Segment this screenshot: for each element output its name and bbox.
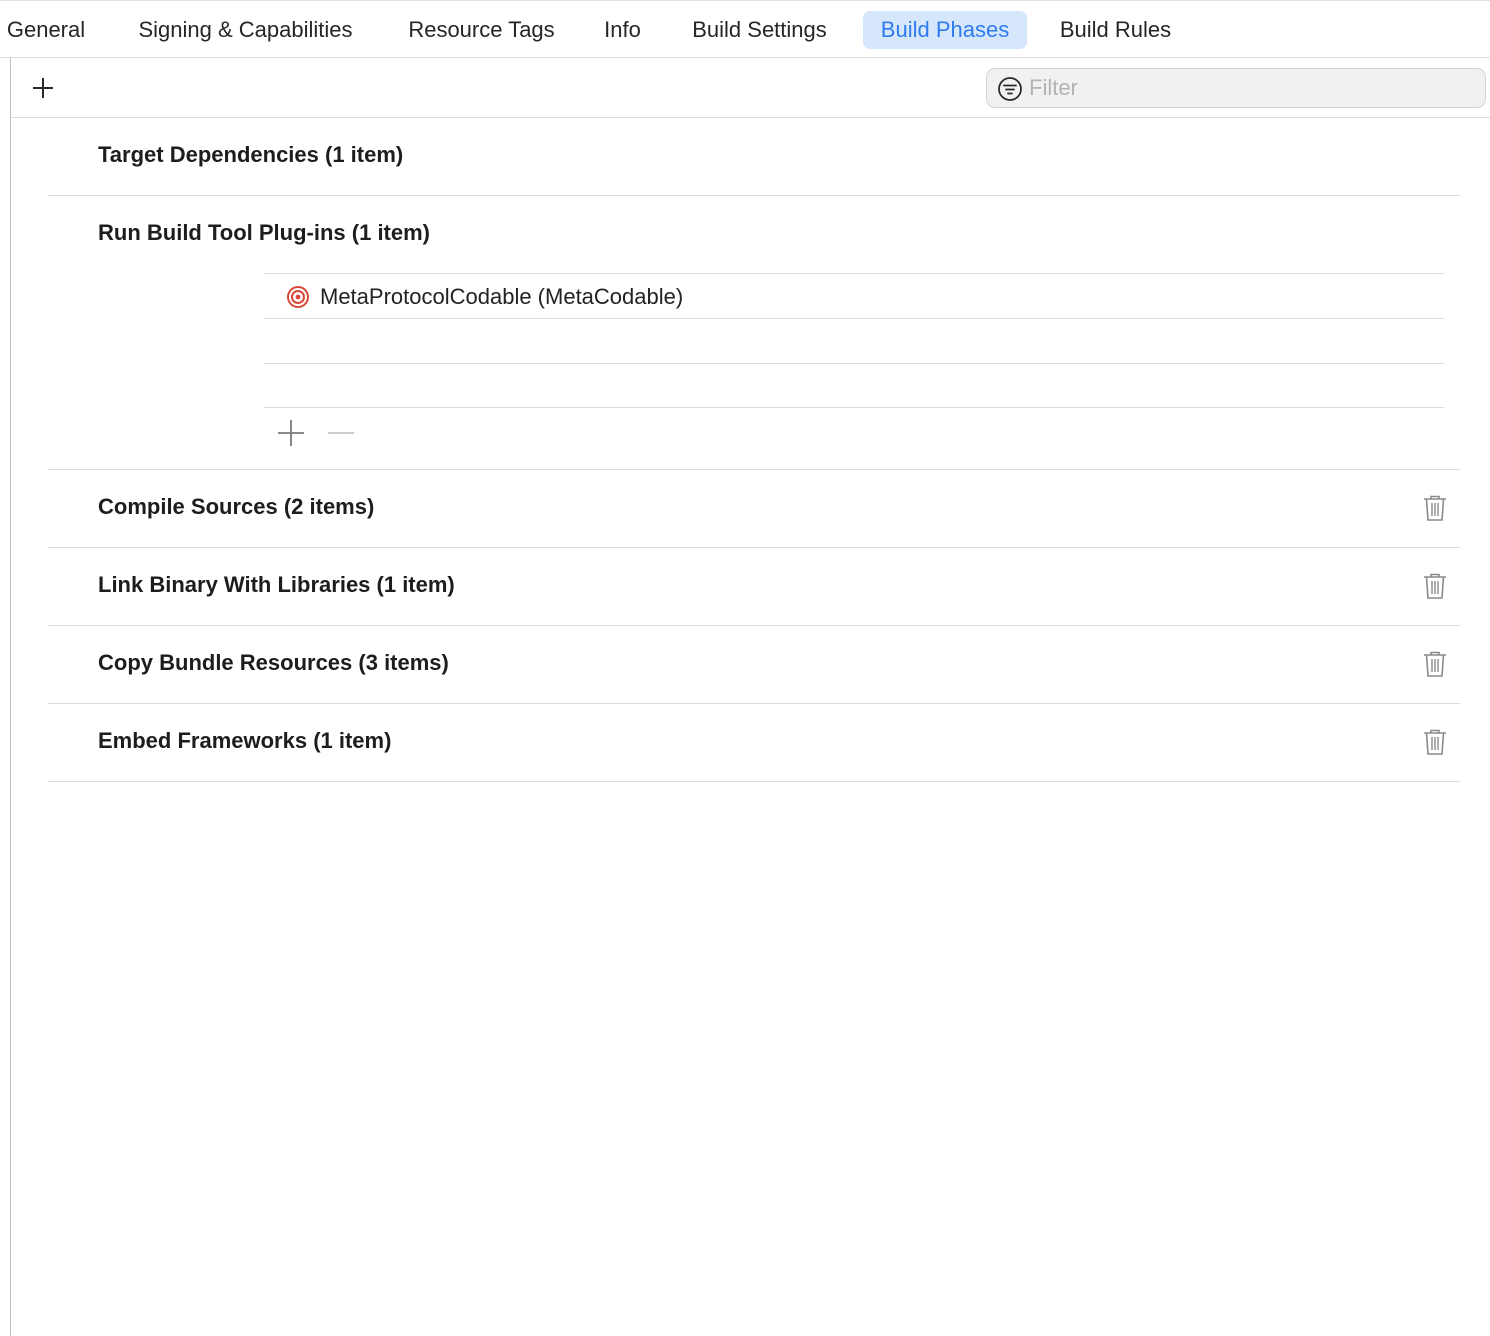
tab-build-settings[interactable]: Build Settings bbox=[680, 11, 839, 49]
phase-compile-sources[interactable]: Compile Sources (2 items) bbox=[48, 470, 1460, 548]
minus-icon bbox=[328, 432, 354, 434]
editor-gutter-divider bbox=[10, 58, 11, 1336]
remove-plugin-button[interactable] bbox=[326, 418, 356, 448]
phase-title[interactable]: Target Dependencies (1 item) bbox=[98, 142, 403, 168]
trash-icon[interactable] bbox=[1422, 728, 1448, 756]
trash-icon[interactable] bbox=[1422, 650, 1448, 678]
phase-title[interactable]: Copy Bundle Resources (3 items) bbox=[98, 650, 449, 676]
tab-build-rules[interactable]: Build Rules bbox=[1051, 11, 1180, 49]
phase-title[interactable]: Embed Frameworks (1 item) bbox=[98, 728, 391, 754]
plugin-list: MetaProtocolCodable (MetaCodable) bbox=[264, 273, 1444, 446]
tab-info[interactable]: Info bbox=[596, 11, 649, 49]
add-build-phase-button[interactable] bbox=[29, 74, 57, 102]
phases-toolbar bbox=[11, 58, 1490, 118]
phase-link-binary[interactable]: Link Binary With Libraries (1 item) bbox=[48, 548, 1460, 626]
phase-title[interactable]: Run Build Tool Plug-ins (1 item) bbox=[98, 220, 430, 246]
trash-icon[interactable] bbox=[1422, 572, 1448, 600]
filter-input[interactable] bbox=[1029, 74, 1469, 102]
plugin-label: MetaProtocolCodable (MetaCodable) bbox=[320, 284, 684, 309]
tab-resource-tags[interactable]: Resource Tags bbox=[398, 11, 565, 49]
tab-signing-capabilities[interactable]: Signing & Capabilities bbox=[124, 11, 367, 49]
add-plugin-button[interactable] bbox=[276, 418, 306, 448]
build-phases-window: General Signing & Capabilities Resource … bbox=[0, 0, 1490, 1336]
list-item bbox=[264, 318, 1444, 363]
phase-target-dependencies[interactable]: Target Dependencies (1 item) bbox=[48, 118, 1460, 196]
phase-copy-bundle-resources[interactable]: Copy Bundle Resources (3 items) bbox=[48, 626, 1460, 704]
target-icon bbox=[287, 286, 309, 308]
filter-field[interactable] bbox=[986, 68, 1486, 108]
phase-title[interactable]: Compile Sources (2 items) bbox=[98, 494, 374, 520]
list-item[interactable]: MetaProtocolCodable (MetaCodable) bbox=[264, 273, 1444, 318]
phase-run-build-tool-plugins[interactable]: Run Build Tool Plug-ins (1 item) MetaPro… bbox=[48, 196, 1460, 470]
phase-title[interactable]: Link Binary With Libraries (1 item) bbox=[98, 572, 455, 598]
filter-icon bbox=[998, 77, 1022, 101]
tab-general[interactable]: General bbox=[0, 11, 92, 49]
trash-icon[interactable] bbox=[1422, 494, 1448, 522]
tab-bar: General Signing & Capabilities Resource … bbox=[0, 0, 1490, 58]
list-item bbox=[264, 363, 1444, 408]
phase-embed-frameworks[interactable]: Embed Frameworks (1 item) bbox=[48, 704, 1460, 782]
plus-icon bbox=[33, 78, 53, 98]
plus-icon bbox=[278, 420, 304, 446]
tab-build-phases[interactable]: Build Phases bbox=[863, 11, 1027, 49]
